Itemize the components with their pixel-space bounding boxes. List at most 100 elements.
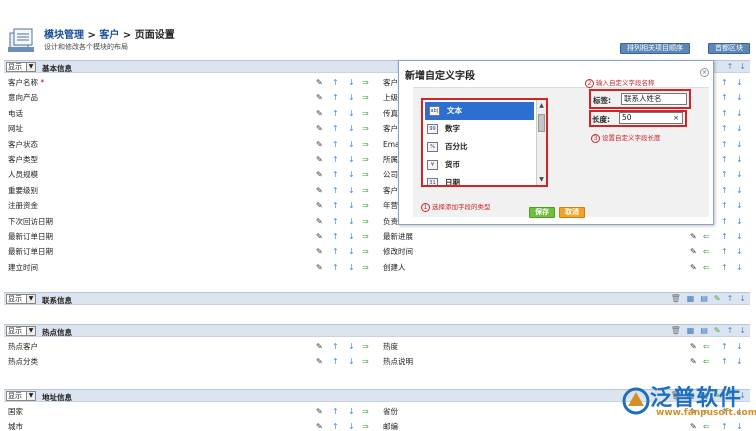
move-left-icon[interactable]: ⇐ xyxy=(703,260,710,275)
move-right-icon[interactable]: ⇒ xyxy=(362,244,369,259)
move-down-icon[interactable]: ↓ xyxy=(348,121,355,136)
close-icon[interactable]: × xyxy=(700,68,709,77)
edit-icon[interactable]: ✎ xyxy=(316,404,323,419)
breadcrumb-customer[interactable]: 客户 xyxy=(99,30,119,41)
move-up-icon[interactable]: ↑ xyxy=(332,152,339,167)
edit-icon[interactable]: ✎ xyxy=(690,354,697,369)
move-up-icon[interactable]: ↑ xyxy=(332,75,339,90)
edit-icon[interactable]: ✎ xyxy=(316,214,323,229)
move-up-icon[interactable]: ↑ xyxy=(332,137,339,152)
move-up-icon[interactable]: ↑ xyxy=(332,167,339,182)
move-up-icon[interactable]: ↑ xyxy=(721,244,728,259)
move-up-icon[interactable]: ↑ xyxy=(721,137,728,152)
type-list-scrollbar[interactable]: ▲ ▼ xyxy=(536,100,546,185)
move-down-icon[interactable]: ↓ xyxy=(348,214,355,229)
display-select[interactable]: 显示 ▼ xyxy=(6,62,36,72)
edit-icon[interactable]: ✎ xyxy=(690,229,697,244)
move-down-icon[interactable]: ↓ xyxy=(736,229,743,244)
move-down-icon[interactable]: ↓ xyxy=(736,244,743,259)
edit-icon[interactable]: ✎ xyxy=(316,198,323,213)
move-down-icon[interactable]: ↓ xyxy=(348,244,355,259)
move-up-icon[interactable]: ↑ xyxy=(332,419,339,431)
move-down-icon[interactable]: ↓ xyxy=(348,152,355,167)
move-down-icon[interactable]: ↓ xyxy=(348,339,355,354)
scroll-down-icon[interactable]: ▼ xyxy=(537,175,546,184)
move-down-icon[interactable]: ↓ xyxy=(348,229,355,244)
move-up-icon[interactable]: ↑ xyxy=(721,167,728,182)
field-type-item[interactable]: 31 日期 xyxy=(423,174,546,185)
move-right-icon[interactable]: ⇒ xyxy=(362,183,369,198)
move-right-icon[interactable]: ⇒ xyxy=(362,214,369,229)
move-right-icon[interactable]: ⇒ xyxy=(362,137,369,152)
move-up-icon[interactable]: ↑ xyxy=(721,198,728,213)
cancel-button[interactable]: 取消 xyxy=(559,207,585,218)
edit-layout-icon[interactable]: ▦ xyxy=(687,294,695,303)
edit-icon[interactable]: ✎ xyxy=(316,229,323,244)
move-down-icon[interactable]: ↓ xyxy=(348,90,355,105)
move-up-icon[interactable]: ↑ xyxy=(332,198,339,213)
display-select[interactable]: 显示 ▼ xyxy=(6,294,36,304)
edit-icon[interactable]: ✎ xyxy=(316,183,323,198)
move-down-icon[interactable]: ↓ xyxy=(739,326,746,335)
move-down-icon[interactable]: ↓ xyxy=(736,339,743,354)
edit-icon[interactable]: ✎ xyxy=(316,106,323,121)
move-right-icon[interactable]: ⇒ xyxy=(362,229,369,244)
move-up-icon[interactable]: ↑ xyxy=(721,354,728,369)
save-button[interactable]: 保存 xyxy=(529,207,555,218)
move-up-icon[interactable]: ↑ xyxy=(332,90,339,105)
clear-icon[interactable]: × xyxy=(673,113,679,123)
columns-icon[interactable]: ▤ xyxy=(700,294,708,303)
delete-icon[interactable]: 🗑 xyxy=(671,326,681,335)
move-right-icon[interactable]: ⇒ xyxy=(362,90,369,105)
move-down-icon[interactable]: ↓ xyxy=(736,198,743,213)
move-right-icon[interactable]: ⇒ xyxy=(362,404,369,419)
move-up-icon[interactable]: ↑ xyxy=(721,214,728,229)
move-down-icon[interactable]: ↓ xyxy=(348,75,355,90)
field-type-item[interactable]: ab| 文本 xyxy=(425,102,534,120)
edit-icon[interactable]: ✎ xyxy=(316,260,323,275)
move-down-icon[interactable]: ↓ xyxy=(348,260,355,275)
move-left-icon[interactable]: ⇐ xyxy=(703,339,710,354)
edit-icon[interactable]: ✎ xyxy=(690,339,697,354)
move-up-icon[interactable]: ↑ xyxy=(332,229,339,244)
columns-icon[interactable]: ▤ xyxy=(700,326,708,335)
move-down-icon[interactable]: ↓ xyxy=(348,137,355,152)
move-down-icon[interactable]: ↓ xyxy=(348,106,355,121)
chevron-down-icon[interactable]: ▼ xyxy=(26,392,35,400)
move-up-icon[interactable]: ↑ xyxy=(721,90,728,105)
move-left-icon[interactable]: ⇐ xyxy=(703,244,710,259)
edit-icon[interactable]: ✎ xyxy=(690,260,697,275)
move-right-icon[interactable]: ⇒ xyxy=(362,75,369,90)
scroll-up-icon[interactable]: ▲ xyxy=(537,101,546,110)
move-up-icon[interactable]: ↑ xyxy=(332,339,339,354)
move-right-icon[interactable]: ⇒ xyxy=(362,354,369,369)
edit-layout-icon[interactable]: ▦ xyxy=(687,326,695,335)
move-up-icon[interactable]: ↑ xyxy=(332,121,339,136)
move-right-icon[interactable]: ⇒ xyxy=(362,106,369,121)
move-down-icon[interactable]: ↓ xyxy=(736,106,743,121)
move-left-icon[interactable]: ⇐ xyxy=(703,229,710,244)
move-up-icon[interactable]: ↑ xyxy=(721,339,728,354)
move-right-icon[interactable]: ⇒ xyxy=(362,167,369,182)
move-up-icon[interactable]: ↑ xyxy=(332,106,339,121)
edit-icon[interactable]: ✎ xyxy=(714,294,721,303)
move-up-icon[interactable]: ↑ xyxy=(332,214,339,229)
move-up-icon[interactable]: ↑ xyxy=(332,354,339,369)
move-down-icon[interactable]: ↓ xyxy=(348,198,355,213)
edit-icon[interactable]: ✎ xyxy=(316,75,323,90)
field-type-item[interactable]: 99 数字 xyxy=(423,120,546,138)
edit-icon[interactable]: ✎ xyxy=(316,137,323,152)
edit-icon[interactable]: ✎ xyxy=(316,167,323,182)
move-up-icon[interactable]: ↑ xyxy=(727,294,734,303)
scroll-thumb[interactable] xyxy=(538,114,545,132)
move-up-icon[interactable]: ↑ xyxy=(727,62,734,71)
move-down-icon[interactable]: ↓ xyxy=(736,90,743,105)
move-right-icon[interactable]: ⇒ xyxy=(362,152,369,167)
move-right-icon[interactable]: ⇒ xyxy=(362,121,369,136)
move-up-icon[interactable]: ↑ xyxy=(332,260,339,275)
move-down-icon[interactable]: ↓ xyxy=(739,62,746,71)
move-up-icon[interactable]: ↑ xyxy=(721,260,728,275)
length-input[interactable]: 50 × xyxy=(619,112,683,124)
move-up-icon[interactable]: ↑ xyxy=(721,183,728,198)
chevron-down-icon[interactable]: ▼ xyxy=(26,295,35,303)
